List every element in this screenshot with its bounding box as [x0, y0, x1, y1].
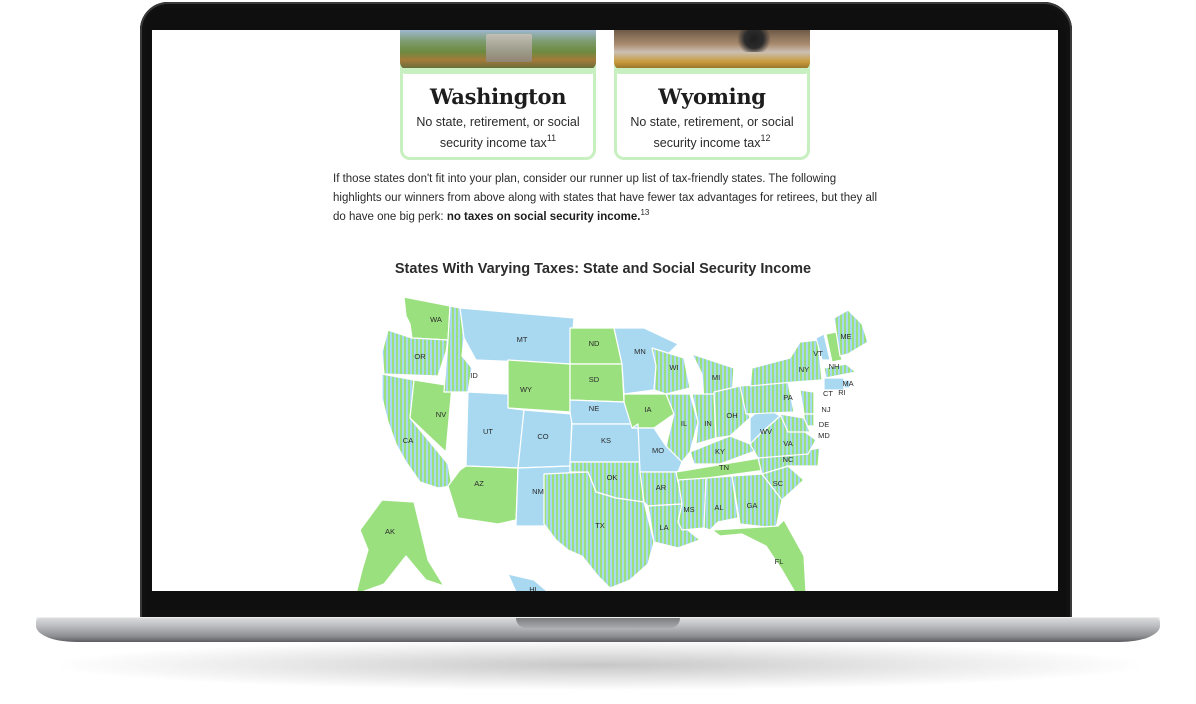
state-label-al: AL	[714, 503, 723, 512]
paragraph-bold: no taxes on social security income.	[446, 211, 641, 223]
state-label-az: AZ	[474, 479, 484, 488]
state-label-pa: PA	[783, 393, 792, 402]
state-label-va: VA	[783, 439, 792, 448]
state-label-wy: WY	[520, 385, 532, 394]
state-label-ma: MA	[842, 379, 853, 388]
state-ms[interactable]	[677, 477, 707, 531]
state-label-sc: SC	[773, 479, 784, 488]
us-tax-map: WA OR CA NV ID MT WY UT CO AZ NM ND SD NE KS OK TX MN IA MO…	[356, 296, 869, 591]
state-label-mo: MO	[652, 446, 664, 455]
state-label-wv: WV	[760, 427, 772, 436]
card-text: No state, retirement, or social security…	[407, 112, 589, 154]
card-title: Wyoming	[658, 84, 766, 109]
state-label-ar: AR	[656, 483, 667, 492]
state-card-wyoming: Wyoming No state, retirement, or social …	[614, 30, 810, 160]
state-label-co: CO	[537, 432, 548, 441]
state-label-in: IN	[704, 419, 712, 428]
card-title: Washington	[429, 84, 567, 109]
card-text: No state, retirement, or social security…	[621, 112, 803, 154]
state-label-fl: FL	[775, 557, 784, 566]
state-label-il: IL	[681, 419, 687, 428]
map-title: States With Varying Taxes: State and Soc…	[394, 261, 812, 277]
state-wy[interactable]	[507, 359, 571, 413]
state-label-mn: MN	[634, 347, 646, 356]
state-label-me: ME	[840, 332, 851, 341]
state-label-wa: WA	[430, 315, 442, 324]
state-label-ak: AK	[385, 527, 395, 536]
state-label-ky: KY	[715, 447, 725, 456]
state-label-wi: WI	[669, 363, 678, 372]
state-label-ca: CA	[403, 436, 413, 445]
state-label-md: MD	[818, 431, 830, 440]
intro-paragraph: If those states don't fit into your plan…	[333, 170, 878, 227]
state-ak[interactable]	[356, 499, 445, 591]
state-label-ri: RI	[838, 388, 846, 397]
washington-photo	[400, 30, 596, 70]
state-label-nc: NC	[783, 455, 794, 464]
state-label-nh: NH	[829, 362, 840, 371]
state-ny[interactable]	[749, 339, 823, 387]
state-label-nj: NJ	[821, 405, 830, 414]
state-label-ms: MS	[683, 505, 694, 514]
state-nj[interactable]	[799, 389, 815, 415]
state-label-mi: MI	[712, 373, 720, 382]
state-label-ia: IA	[644, 405, 651, 414]
state-hi[interactable]	[507, 573, 548, 591]
state-label-ga: GA	[747, 501, 758, 510]
state-label-mt: MT	[517, 335, 528, 344]
state-label-tx: TX	[595, 521, 605, 530]
state-label-ct: CT	[823, 389, 833, 398]
state-label-la: LA	[659, 523, 668, 532]
state-label-ut: UT	[483, 427, 493, 436]
state-label-hi: HI	[529, 585, 537, 591]
state-fl[interactable]	[711, 519, 807, 591]
state-label-ok: OK	[607, 473, 618, 482]
state-card-washington: Washington No state, retirement, or soci…	[400, 30, 596, 160]
state-label-nv: NV	[436, 410, 446, 419]
state-wa[interactable]	[403, 296, 451, 341]
state-label-tn: TN	[719, 463, 729, 472]
screen: Washington No state, retirement, or soci…	[152, 30, 1058, 591]
state-label-ks: KS	[601, 436, 611, 445]
laptop-notch	[516, 618, 680, 628]
state-label-sd: SD	[589, 375, 600, 384]
state-label-ny: NY	[799, 365, 809, 374]
state-az[interactable]	[447, 465, 519, 525]
state-label-id: ID	[470, 371, 478, 380]
state-label-nm: NM	[532, 487, 544, 496]
footnote-link[interactable]: 13	[640, 208, 649, 217]
state-label-or: OR	[414, 352, 426, 361]
state-label-ne: NE	[589, 404, 599, 413]
state-label-de: DE	[819, 420, 829, 429]
footnote-link[interactable]: 11	[547, 133, 556, 143]
state-label-oh: OH	[726, 411, 737, 420]
state-label-vt: VT	[813, 349, 823, 358]
footnote-link[interactable]: 12	[760, 133, 770, 143]
laptop-shadow	[60, 640, 1140, 690]
state-label-nd: ND	[589, 339, 600, 348]
card-photo-strip	[614, 68, 810, 74]
wyoming-photo	[614, 30, 810, 70]
card-photo-strip	[400, 68, 596, 74]
